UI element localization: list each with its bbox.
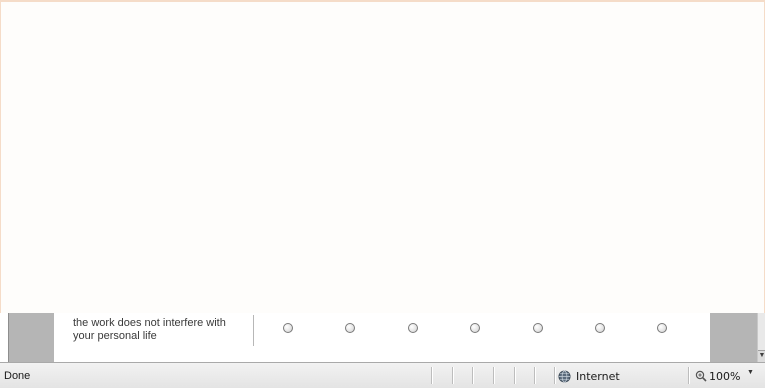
rating-radio-3[interactable]	[408, 323, 418, 333]
left-margin-panel	[8, 313, 54, 362]
status-separator	[534, 367, 535, 384]
rating-radio-1[interactable]	[283, 323, 293, 333]
status-separator	[452, 367, 453, 384]
right-margin-panel	[710, 313, 757, 362]
survey-question-row: the work does not interfere with your pe…	[0, 313, 757, 362]
status-bar: Done Internet 100% ▼	[0, 362, 765, 388]
column-divider	[253, 315, 254, 346]
zone-label: Internet	[576, 369, 620, 383]
page-content-blank	[0, 0, 765, 313]
rating-radio-2[interactable]	[345, 323, 355, 333]
status-separator	[554, 367, 555, 384]
rating-radio-4[interactable]	[470, 323, 480, 333]
scroll-down-button[interactable]: ▼	[758, 350, 765, 362]
status-separator	[688, 367, 689, 384]
rating-radio-6[interactable]	[595, 323, 605, 333]
magnifier-icon	[695, 370, 707, 382]
zoom-dropdown-icon[interactable]: ▼	[747, 369, 754, 376]
rating-radio-7[interactable]	[657, 323, 667, 333]
chevron-down-icon: ▼	[758, 352, 765, 359]
vertical-scrollbar[interactable]: ▼	[757, 313, 765, 362]
rating-radio-5[interactable]	[533, 323, 543, 333]
question-label: the work does not interfere with your pe…	[73, 317, 248, 343]
status-separator	[493, 367, 494, 384]
security-zone[interactable]: Internet	[558, 368, 620, 384]
globe-icon	[558, 369, 571, 383]
status-separator	[514, 367, 515, 384]
question-line-1: the work does not interfere with	[73, 317, 226, 329]
status-text: Done	[4, 370, 31, 382]
zoom-control[interactable]: 100%	[695, 368, 740, 384]
status-separator	[431, 367, 432, 384]
zoom-level: 100%	[709, 369, 741, 383]
browser-viewport: the work does not interfere with your pe…	[0, 0, 765, 388]
question-line-2: your personal life	[73, 330, 157, 342]
status-separator	[472, 367, 473, 384]
